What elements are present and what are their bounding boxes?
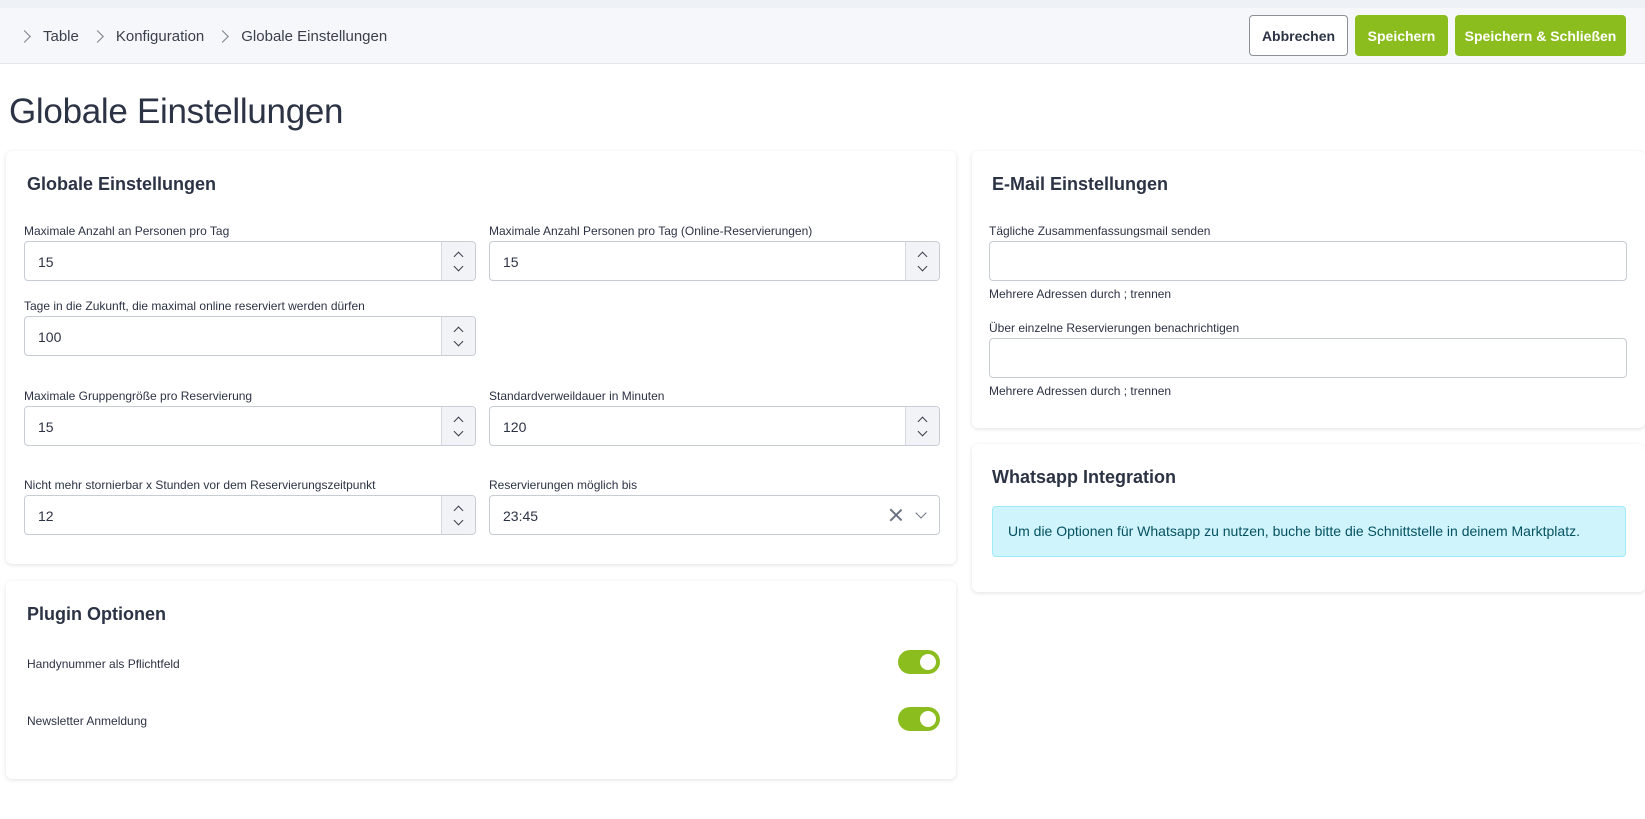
chevron-down-icon[interactable] xyxy=(453,515,464,526)
daily-summary-input[interactable] xyxy=(989,241,1627,281)
cancel-hours-label: Nicht mehr stornierbar x Stunden vor dem… xyxy=(24,478,376,492)
max-group-value: 15 xyxy=(38,419,54,435)
breadcrumb-item-konfiguration[interactable]: Konfiguration xyxy=(116,28,204,45)
chevron-down-icon[interactable] xyxy=(917,261,928,272)
default-duration-label: Standardverweildauer in Minuten xyxy=(489,389,665,403)
page-title: Globale Einstellungen xyxy=(9,92,344,131)
breadcrumb-item-current: Globale Einstellungen xyxy=(241,27,388,45)
max-persons-online-input[interactable]: 15 xyxy=(489,241,940,281)
max-group-label: Maximale Gruppengröße pro Reservierung xyxy=(24,389,253,403)
chevron-up-icon[interactable] xyxy=(453,251,464,262)
chevron-down-icon[interactable] xyxy=(453,426,464,437)
default-duration-value: 120 xyxy=(503,419,527,435)
cancel-hours-stepper[interactable] xyxy=(441,496,475,534)
global-settings-title: Globale Einstellungen xyxy=(27,174,217,194)
breadcrumb-item-table[interactable]: Table xyxy=(43,28,79,45)
whatsapp-title: Whatsapp Integration xyxy=(992,467,1176,487)
chevron-down-icon[interactable] xyxy=(917,426,928,437)
max-persons-online-value: 15 xyxy=(503,254,519,270)
default-duration-input[interactable]: 120 xyxy=(489,406,940,446)
whatsapp-info-alert: Um die Optionen für Whatsapp zu nutzen, … xyxy=(992,506,1626,557)
single-notify-input[interactable] xyxy=(989,338,1627,378)
days-future-stepper[interactable] xyxy=(441,317,475,355)
daily-summary-hint: Mehrere Adressen durch ; trennen xyxy=(989,287,1172,301)
default-duration-stepper[interactable] xyxy=(905,407,939,445)
reservations-until-select[interactable]: 23:45 xyxy=(489,495,940,535)
toggle-newsletter[interactable] xyxy=(898,707,940,731)
max-group-stepper[interactable] xyxy=(441,407,475,445)
daily-summary-label: Tägliche Zusammenfassungsmail senden xyxy=(989,224,1211,238)
breadcrumb: Table Konfiguration Globale Einstellunge… xyxy=(18,8,399,64)
chevron-up-icon[interactable] xyxy=(453,505,464,516)
toggle-label-newsletter: Newsletter Anmeldung xyxy=(27,714,148,728)
toggle-knob xyxy=(920,711,936,727)
chevron-down-icon[interactable] xyxy=(915,507,927,519)
chevron-right-icon xyxy=(216,29,230,43)
toolbar: Table Konfiguration Globale Einstellunge… xyxy=(0,8,1645,64)
toggle-knob xyxy=(920,654,936,670)
max-persons-day-label: Maximale Anzahl an Personen pro Tag xyxy=(24,224,230,238)
reservations-until-label: Reservierungen möglich bis xyxy=(489,478,638,492)
days-future-input[interactable]: 100 xyxy=(24,316,476,356)
chevron-up-icon[interactable] xyxy=(917,416,928,427)
max-persons-online-stepper[interactable] xyxy=(905,242,939,280)
email-settings-card: E-Mail Einstellungen Tägliche Zusammenfa… xyxy=(972,151,1645,428)
days-future-value: 100 xyxy=(38,329,62,345)
days-future-label: Tage in die Zukunft, die maximal online … xyxy=(24,299,365,313)
email-settings-title: E-Mail Einstellungen xyxy=(992,174,1169,194)
chevron-right-icon xyxy=(18,29,31,43)
max-persons-day-value: 15 xyxy=(38,254,54,270)
toggle-label-handynummer: Handynummer als Pflichtfeld xyxy=(27,657,180,671)
chevron-right-icon xyxy=(90,29,104,43)
reservations-until-value: 23:45 xyxy=(503,508,539,524)
chevron-down-icon[interactable] xyxy=(453,336,464,347)
toggle-handynummer[interactable] xyxy=(898,650,940,674)
global-settings-card: Globale Einstellungen Maximale Anzahl an… xyxy=(6,151,956,564)
max-persons-day-input[interactable]: 15 xyxy=(24,241,476,281)
single-notify-hint: Mehrere Adressen durch ; trennen xyxy=(989,384,1172,398)
plugin-options-title: Plugin Optionen xyxy=(27,604,166,624)
clear-icon[interactable] xyxy=(889,508,903,522)
chevron-up-icon[interactable] xyxy=(453,326,464,337)
max-group-input[interactable]: 15 xyxy=(24,406,476,446)
plugin-options-card: Plugin Optionen Handynummer als Pflichtf… xyxy=(6,581,956,779)
chevron-down-icon[interactable] xyxy=(453,261,464,272)
save-button[interactable]: Speichern xyxy=(1355,15,1448,56)
chevron-up-icon[interactable] xyxy=(917,251,928,262)
max-persons-day-stepper[interactable] xyxy=(441,242,475,280)
cancel-button[interactable]: Abbrechen xyxy=(1249,15,1348,56)
save-and-close-button[interactable]: Speichern & Schließen xyxy=(1455,15,1626,56)
single-notify-label: Über einzelne Reservierungen benachricht… xyxy=(989,321,1240,335)
top-strip xyxy=(0,0,1645,8)
chevron-up-icon[interactable] xyxy=(453,416,464,427)
max-persons-online-label: Maximale Anzahl Personen pro Tag (Online… xyxy=(489,224,813,238)
cancel-hours-value: 12 xyxy=(38,508,54,524)
cancel-hours-input[interactable]: 12 xyxy=(24,495,476,535)
